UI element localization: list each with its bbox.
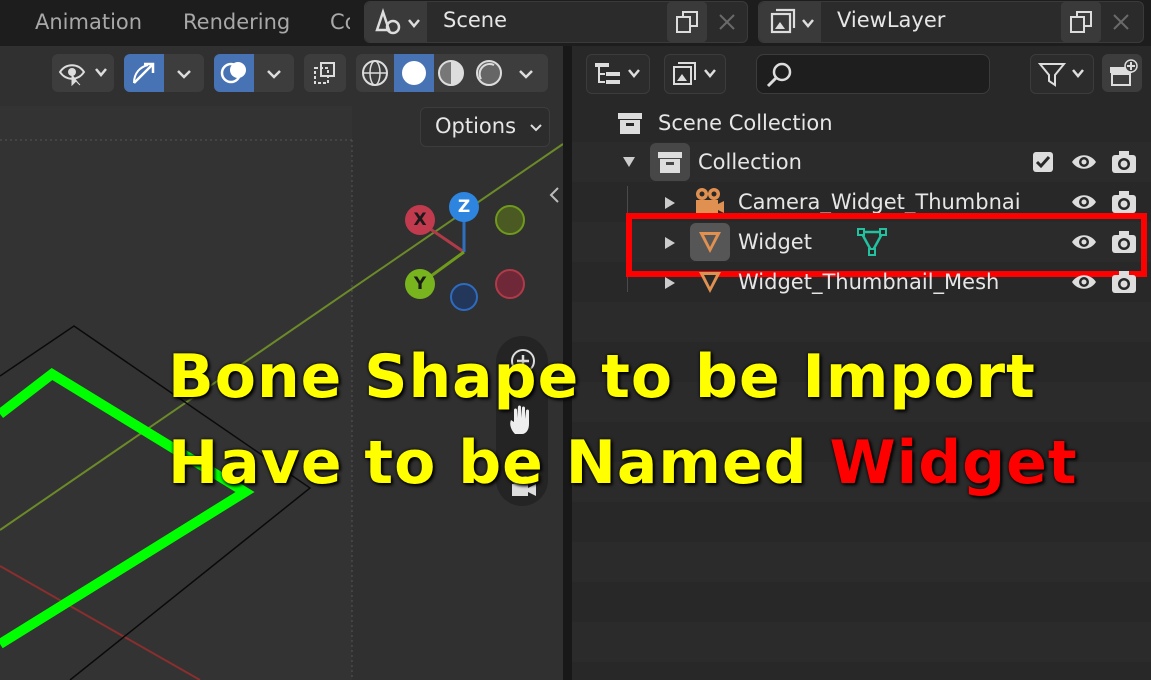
render-camera-icon[interactable] [1110,149,1138,175]
material-shading-icon[interactable] [436,59,466,87]
xray-toggle-button[interactable] [304,54,346,92]
outliner-item-label: Widget_Thumbnail_Mesh [738,270,1000,294]
top-bar: Animation Rendering Co Scene [0,0,1151,46]
shading-mode-group [356,54,548,92]
gizmo-neg-y-handle [495,205,525,235]
rendered-shading-icon[interactable] [474,59,504,87]
gizmo-toggle-button[interactable] [124,54,164,92]
view-layer-icon [770,8,814,34]
view-layer-browse-button[interactable] [759,2,821,42]
search-icon [766,62,792,88]
scene-collection-icon [618,113,642,134]
selectability-icon [58,64,107,86]
options-dropdown[interactable]: Options [420,107,550,147]
render-camera-icon[interactable] [1110,189,1138,215]
overlay-icon [220,62,246,84]
outliner-row-collection[interactable]: Collection [572,143,1151,183]
view-layer-icon [673,62,716,85]
checkbox-checked-icon[interactable] [1032,151,1054,173]
solid-shading-button[interactable] [394,54,434,92]
chevron-down-icon [267,70,281,79]
disclosure-open-icon[interactable] [622,155,636,169]
chevron-down-icon[interactable] [518,68,534,80]
overlay-dropdown[interactable] [214,54,294,92]
outliner-item-label: Camera_Widget_Thumbnai [738,190,1021,214]
copy-icon [1070,11,1092,33]
close-icon[interactable] [717,12,737,32]
scene-selector[interactable]: Scene [364,1,748,43]
caption-line-1: Bone Shape to be Import [168,342,1036,412]
outliner-display-icon [595,63,640,84]
eye-icon[interactable] [1070,271,1098,293]
gizmo-z-label: Z [457,197,471,217]
caption-line-2-prefix: Have to be Named [168,428,830,498]
overlay-toggle-button[interactable] [214,54,254,92]
row-stripe [572,622,1151,662]
mesh-icon [699,272,721,293]
visibility-dropdown[interactable] [52,54,114,92]
caption-highlight-word: Widget [829,428,1078,498]
outliner-search-input[interactable] [756,54,990,94]
scene-browse-button[interactable] [365,2,427,42]
view-layer-copy-button[interactable] [1061,2,1101,42]
wireframe-shading-icon[interactable] [360,59,390,87]
filter-icon [1037,63,1084,87]
solid-shading-icon [402,61,426,85]
options-label: Options [435,114,517,138]
chevron-down-icon [530,124,542,132]
workspace-tab-animation[interactable]: Animation [35,10,142,34]
close-icon[interactable] [1111,12,1131,32]
sidebar-toggle-icon[interactable] [548,186,562,204]
gizmo-neg-z-handle [450,283,478,311]
xray-icon [314,62,335,84]
scene-icon [375,8,420,35]
collection-icon-box [650,143,690,181]
row-stripe [572,542,1151,582]
render-camera-icon[interactable] [1110,269,1138,295]
gizmo-x-label: X [413,210,427,230]
outliner-row-scene-collection[interactable]: Scene Collection [572,104,1151,144]
caption-line-2: Have to be Named Widget [168,428,1078,498]
collection-icon [658,152,682,173]
scene-collection-label: Scene Collection [658,111,833,135]
eye-icon[interactable] [1070,151,1098,173]
workspace-tab-rendering[interactable]: Rendering [183,10,290,34]
collection-label: Collection [698,150,802,174]
outliner-row-widget-thumbnail-mesh[interactable]: Widget_Thumbnail_Mesh [572,263,1151,303]
filter-dropdown[interactable] [1030,54,1094,94]
chevron-down-icon [177,70,191,79]
view-layer-filter-dropdown[interactable] [664,54,726,94]
workspace-tab-compositing[interactable]: Co [330,10,350,34]
new-collection-button[interactable] [1102,54,1142,92]
gizmo-icon [133,62,155,84]
disclosure-closed-icon[interactable] [664,196,676,210]
display-mode-dropdown[interactable] [586,54,650,94]
view-layer-name[interactable]: ViewLayer [837,8,945,32]
gizmo-neg-x-handle [495,269,525,299]
disclosure-closed-icon[interactable] [664,276,676,290]
new-collection-icon [1110,59,1138,86]
copy-icon [676,11,698,33]
scene-copy-button[interactable] [667,2,707,42]
row-stripe [572,302,1151,342]
eye-icon[interactable] [1070,191,1098,213]
scene-name[interactable]: Scene [443,8,507,32]
gizmo-y-label: Y [413,274,427,294]
view-layer-selector[interactable]: ViewLayer [758,1,1144,43]
gizmo-dropdown[interactable] [124,54,204,92]
